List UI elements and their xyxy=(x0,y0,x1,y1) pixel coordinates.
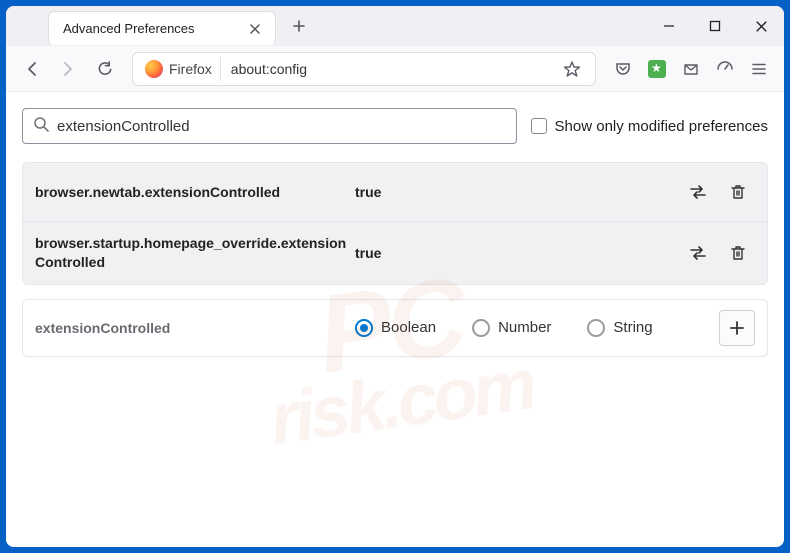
extension-icon[interactable] xyxy=(642,54,672,84)
url-input[interactable] xyxy=(221,61,557,77)
type-label: Boolean xyxy=(381,319,436,336)
menu-icon[interactable] xyxy=(744,54,774,84)
browser-tab[interactable]: Advanced Preferences xyxy=(48,11,276,45)
search-row: Show only modified preferences xyxy=(22,108,768,144)
minimize-button[interactable] xyxy=(646,6,692,46)
window-frame: Advanced Preferences xyxy=(6,6,784,547)
checkbox-icon xyxy=(531,118,547,134)
show-modified-checkbox[interactable]: Show only modified preferences xyxy=(531,118,768,135)
pocket-icon[interactable] xyxy=(608,54,638,84)
new-pref-name: extensionControlled xyxy=(35,320,355,336)
type-label: String xyxy=(613,319,652,336)
delete-button[interactable] xyxy=(721,175,755,209)
new-pref-row: extensionControlled Boolean Number Strin… xyxy=(22,299,768,357)
pref-row: browser.newtab.extensionControlled true xyxy=(23,163,767,221)
address-bar: Firefox xyxy=(6,46,784,92)
type-boolean[interactable]: Boolean xyxy=(355,319,436,337)
tab-title: Advanced Preferences xyxy=(63,21,245,36)
add-pref-button[interactable] xyxy=(719,310,755,346)
pref-search-box[interactable] xyxy=(22,108,517,144)
pref-value: true xyxy=(355,245,675,261)
toggle-button[interactable] xyxy=(681,175,715,209)
url-brand-label: Firefox xyxy=(169,61,212,77)
window-controls xyxy=(646,6,784,46)
type-number[interactable]: Number xyxy=(472,319,551,337)
url-box[interactable]: Firefox xyxy=(132,52,596,86)
pref-name: browser.startup.homepage_override.extens… xyxy=(35,234,355,272)
pref-row: browser.startup.homepage_override.extens… xyxy=(23,221,767,284)
maximize-button[interactable] xyxy=(692,6,738,46)
pref-search-input[interactable] xyxy=(57,118,506,135)
delete-button[interactable] xyxy=(721,236,755,270)
page-content: PC risk.com Show only modified preferenc… xyxy=(6,92,784,547)
pref-value: true xyxy=(355,184,675,200)
search-icon xyxy=(33,116,49,137)
analytics-icon[interactable] xyxy=(710,54,740,84)
close-tab-icon[interactable] xyxy=(245,19,265,39)
firefox-brand-icon xyxy=(145,60,163,78)
pref-list: browser.newtab.extensionControlled true … xyxy=(22,162,768,285)
url-identity[interactable]: Firefox xyxy=(137,57,221,81)
toggle-button[interactable] xyxy=(681,236,715,270)
radio-icon xyxy=(472,319,490,337)
type-label: Number xyxy=(498,319,551,336)
type-string[interactable]: String xyxy=(587,319,652,337)
inbox-icon[interactable] xyxy=(676,54,706,84)
reload-button[interactable] xyxy=(88,53,120,85)
radio-icon xyxy=(355,319,373,337)
radio-icon xyxy=(587,319,605,337)
show-modified-label: Show only modified preferences xyxy=(555,118,768,135)
title-bar: Advanced Preferences xyxy=(6,6,784,46)
new-tab-button[interactable] xyxy=(284,11,314,41)
pref-name: browser.newtab.extensionControlled xyxy=(35,183,355,202)
type-options: Boolean Number String xyxy=(355,319,719,337)
back-button[interactable] xyxy=(16,53,48,85)
forward-button[interactable] xyxy=(52,53,84,85)
bookmark-star-icon[interactable] xyxy=(557,54,587,84)
close-window-button[interactable] xyxy=(738,6,784,46)
